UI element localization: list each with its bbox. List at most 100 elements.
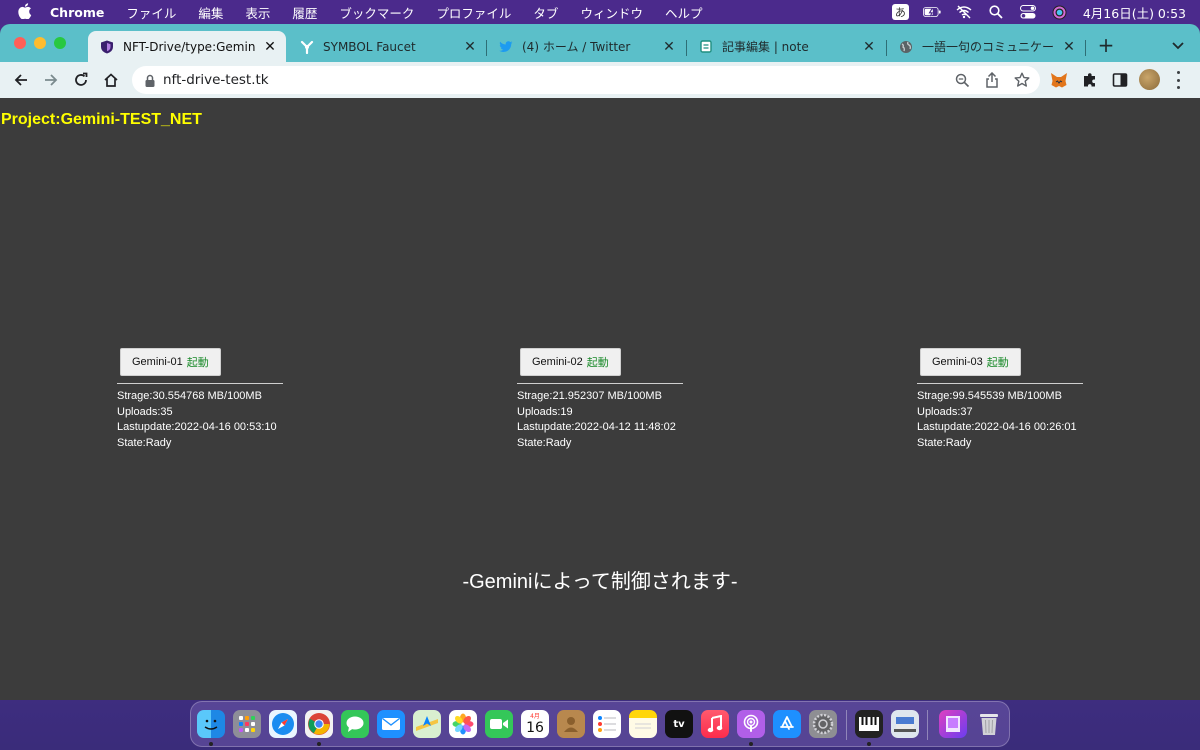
launchpad-icon[interactable]	[233, 710, 261, 738]
menu-app-name[interactable]: Chrome	[50, 5, 104, 20]
lock-icon[interactable]	[144, 73, 156, 87]
apple-tv-icon[interactable]: tv	[665, 710, 693, 738]
apple-tv-label: tv	[673, 718, 685, 730]
facetime-icon[interactable]	[485, 710, 513, 738]
close-tab-icon[interactable]: ✕	[1061, 39, 1077, 55]
minimize-window-button[interactable]	[34, 37, 46, 49]
menu-tab[interactable]: タブ	[533, 3, 558, 22]
node-name: Gemini-03	[932, 356, 983, 368]
shield-favicon-icon	[100, 40, 114, 54]
node-state: State:Rady	[917, 436, 972, 449]
notes-icon[interactable]	[629, 710, 657, 738]
contacts-icon[interactable]	[557, 710, 585, 738]
maps-icon[interactable]	[413, 710, 441, 738]
tab-strip: NFT-Drive/type:Gemini-TE ✕ SYMBOL Faucet…	[0, 24, 1200, 62]
tab-nft-drive[interactable]: NFT-Drive/type:Gemini-TE ✕	[88, 31, 286, 62]
tab-note[interactable]: 記事編集 | note ✕	[687, 31, 885, 62]
back-icon[interactable]	[11, 70, 31, 90]
profile-avatar[interactable]	[1139, 69, 1160, 90]
tab-search-chevron-icon[interactable]	[1170, 37, 1186, 53]
tab-symbol-faucet[interactable]: SYMBOL Faucet ✕	[288, 31, 486, 62]
running-indicator	[867, 742, 871, 746]
menu-history[interactable]: 履歴	[292, 3, 317, 22]
home-icon[interactable]	[101, 70, 121, 90]
share-icon[interactable]	[984, 72, 1000, 88]
node-button-gemini-01[interactable]: Gemini-01 起動	[120, 348, 221, 376]
tab-twitter[interactable]: (4) ホーム / Twitter ✕	[487, 31, 685, 62]
browser-window: NFT-Drive/type:Gemini-TE ✕ SYMBOL Faucet…	[0, 24, 1200, 700]
forward-icon[interactable]	[41, 70, 61, 90]
footer-caption: -Geminiによって制御されます-	[462, 571, 738, 593]
node-storage: Strage:30.554768 MB/100MB	[117, 390, 262, 402]
menu-view[interactable]: 表示	[245, 3, 270, 22]
node-status: 起動	[586, 357, 609, 369]
siri-icon[interactable]	[1051, 5, 1069, 19]
messages-icon[interactable]	[341, 710, 369, 738]
close-tab-icon[interactable]: ✕	[861, 39, 877, 55]
apple-icon[interactable]	[18, 2, 32, 22]
menu-bookmarks[interactable]: ブックマーク	[339, 3, 414, 22]
image-viewer-icon[interactable]	[939, 710, 967, 738]
node-card-gemini-02: Gemini-02 起動 Strage:21.952307 MB/100MB U…	[517, 348, 687, 451]
node-uploads: Uploads:19	[517, 405, 573, 418]
input-method-indicator[interactable]: あ	[891, 4, 909, 20]
node-button-gemini-03[interactable]: Gemini-03 起動	[920, 348, 1021, 376]
menubar-status-area: あ 4月16日(土) 0:53	[891, 0, 1186, 24]
metamask-icon[interactable]	[1049, 70, 1069, 90]
system-preferences-icon[interactable]	[809, 710, 837, 738]
close-tab-icon[interactable]: ✕	[661, 39, 677, 55]
window-controls	[14, 37, 66, 49]
macos-dock: 4月 16 tv	[190, 701, 1010, 747]
tab-title: NFT-Drive/type:Gemini-TE	[123, 39, 256, 54]
new-tab-button[interactable]: +	[1096, 35, 1116, 56]
web-page-content: Project:Gemini-TEST_NET Gemini-01 起動 Str…	[0, 98, 1200, 700]
bookmark-star-icon[interactable]	[1014, 72, 1030, 88]
reload-icon[interactable]	[71, 70, 91, 90]
close-tab-icon[interactable]: ✕	[462, 39, 478, 55]
preview-icon[interactable]	[891, 710, 919, 738]
close-window-button[interactable]	[14, 37, 26, 49]
wifi-off-icon[interactable]	[955, 5, 973, 19]
spotlight-search-icon[interactable]	[987, 5, 1005, 19]
node-card-gemini-03: Gemini-03 起動 Strage:99.545539 MB/100MB U…	[917, 348, 1087, 451]
menu-profiles[interactable]: プロファイル	[436, 3, 511, 22]
mail-icon[interactable]	[377, 710, 405, 738]
node-card-gemini-01: Gemini-01 起動 Strage:30.554768 MB/100MB U…	[117, 348, 287, 451]
menu-help[interactable]: ヘルプ	[665, 3, 703, 22]
url-text: nft-drive-test.tk	[163, 72, 269, 88]
node-lastupdate: Lastupdate:2022-04-12 11:48:02	[517, 421, 676, 433]
trash-icon[interactable]	[975, 710, 1003, 738]
menubar-clock[interactable]: 4月16日(土) 0:53	[1083, 3, 1186, 22]
side-panel-icon[interactable]	[1110, 70, 1130, 90]
app-store-icon[interactable]	[773, 710, 801, 738]
menu-file[interactable]: ファイル	[126, 3, 176, 22]
chrome-icon[interactable]	[305, 710, 333, 738]
running-indicator	[209, 742, 213, 746]
close-tab-icon[interactable]: ✕	[262, 39, 278, 55]
node-status: 起動	[986, 357, 1009, 369]
podcasts-icon[interactable]	[737, 710, 765, 738]
node-button-gemini-02[interactable]: Gemini-02 起動	[520, 348, 621, 376]
photos-icon[interactable]	[449, 710, 477, 738]
menu-edit[interactable]: 編集	[198, 3, 223, 22]
menu-icon[interactable]	[1175, 71, 1181, 89]
extensions-icon[interactable]	[1080, 70, 1100, 90]
calendar-icon[interactable]: 4月 16	[521, 710, 549, 738]
tab-globe-page[interactable]: 一語一句のコミュニケーショ ✕	[887, 31, 1085, 62]
reminders-icon[interactable]	[593, 710, 621, 738]
twitter-favicon-icon	[499, 40, 513, 54]
piano-icon[interactable]	[855, 710, 883, 738]
node-divider	[117, 383, 283, 384]
finder-icon[interactable]	[197, 710, 225, 738]
zoom-icon[interactable]	[954, 72, 970, 88]
battery-icon[interactable]	[922, 5, 941, 19]
safari-icon[interactable]	[269, 710, 297, 738]
music-icon[interactable]	[701, 710, 729, 738]
fullscreen-window-button[interactable]	[54, 37, 66, 49]
menu-window[interactable]: ウィンドウ	[580, 3, 643, 22]
tab-title: 記事編集 | note	[722, 40, 809, 54]
control-center-icon[interactable]	[1019, 5, 1037, 19]
running-indicator	[749, 742, 753, 746]
node-state: State:Rady	[117, 436, 172, 449]
address-bar[interactable]: nft-drive-test.tk	[132, 66, 1040, 94]
